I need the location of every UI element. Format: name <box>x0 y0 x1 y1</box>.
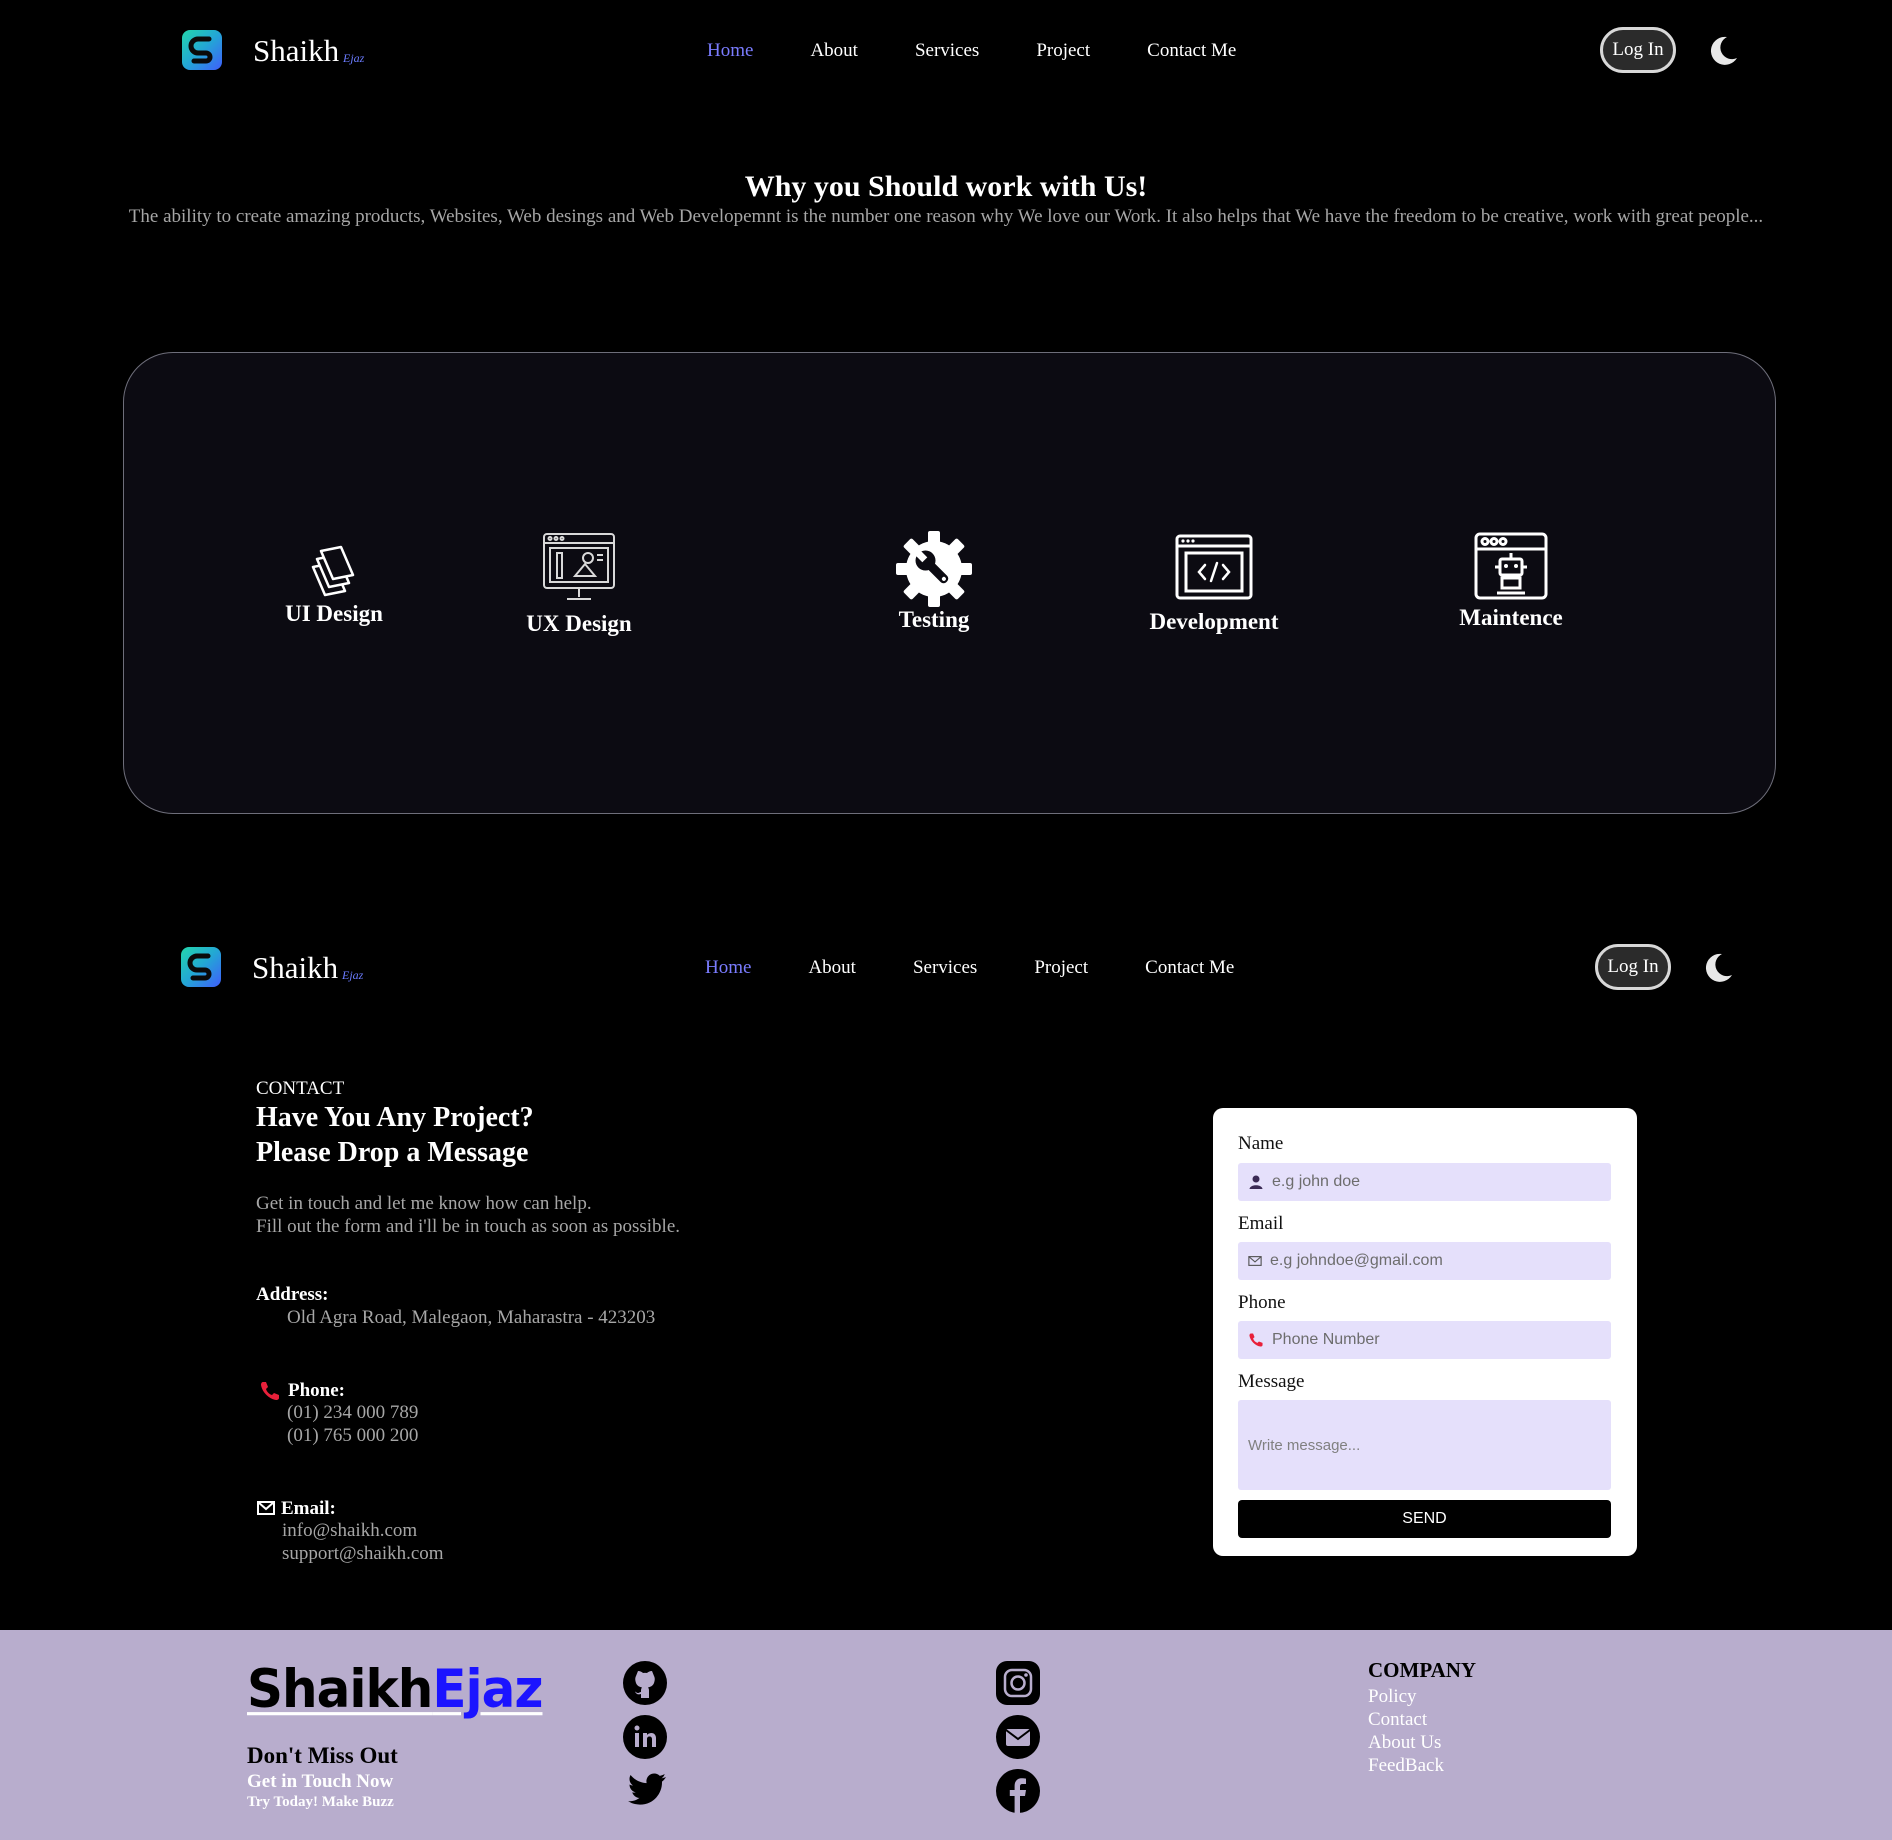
footer-link-about[interactable]: About Us <box>1368 1731 1444 1754</box>
nav-project[interactable]: Project <box>1034 957 1088 979</box>
github-icon[interactable] <box>622 1660 668 1706</box>
phone-input[interactable]: Phone Number <box>1238 1321 1611 1359</box>
robot-window-icon <box>1474 532 1548 600</box>
name-input[interactable]: e.g john doe <box>1238 1163 1611 1201</box>
user-icon <box>1249 1175 1263 1189</box>
footer-link-policy[interactable]: Policy <box>1368 1685 1444 1708</box>
footer-brand-logo[interactable]: ShaikhEjaz <box>247 1658 543 1720</box>
contact-navbar: Shaikh Ejaz Home About Services Project … <box>0 917 1892 1017</box>
service-label: UX Design <box>526 611 632 636</box>
send-button[interactable]: SEND <box>1238 1500 1611 1538</box>
footer-link-feedback[interactable]: FeedBack <box>1368 1754 1444 1777</box>
login-button[interactable]: Log In <box>1600 27 1676 73</box>
linkedin-icon[interactable] <box>622 1714 668 1760</box>
get-in-touch: Get in Touch Now <box>247 1771 394 1792</box>
brand-name[interactable]: Shaikh <box>253 33 339 69</box>
nav-about[interactable]: About <box>808 957 856 979</box>
nav-project[interactable]: Project <box>1036 40 1090 62</box>
phone-icon <box>261 1382 279 1400</box>
logo-icon[interactable] <box>182 30 222 70</box>
instagram-icon[interactable] <box>995 1660 1041 1706</box>
services-card: UI Design UX Design Testing Development … <box>123 352 1776 814</box>
phone-icon <box>1249 1333 1263 1347</box>
phone-1: (01) 234 000 789 <box>287 1402 419 1423</box>
mail-icon[interactable] <box>995 1714 1041 1760</box>
contact-title-line1: Have You Any Project? <box>256 1102 534 1133</box>
address-value: Old Agra Road, Malegaon, Maharastra - 42… <box>287 1307 656 1328</box>
contact-title-line2: Please Drop a Message <box>256 1137 529 1168</box>
contact-kicker: CONTACT <box>256 1078 345 1099</box>
contact-description: Get in touch and let me know how can hel… <box>256 1192 680 1238</box>
top-navbar: Shaikh Ejaz Home About Services Project … <box>0 0 1892 100</box>
email-label: Email: <box>281 1498 336 1519</box>
footer-brand-part1: Shaikh <box>247 1658 433 1720</box>
nav-home[interactable]: Home <box>707 40 753 62</box>
service-testing[interactable]: Testing <box>884 531 984 633</box>
service-label: Development <box>1149 609 1279 634</box>
nav-services[interactable]: Services <box>913 957 977 979</box>
footer-link-contact[interactable]: Contact <box>1368 1708 1444 1731</box>
service-label: Testing <box>898 607 970 632</box>
envelope-icon <box>257 1501 275 1515</box>
service-label: Maintence <box>1459 605 1563 630</box>
message-label: Message <box>1238 1371 1305 1392</box>
facebook-icon[interactable] <box>995 1768 1041 1814</box>
service-ui-design[interactable]: UI Design <box>259 543 409 627</box>
service-label: UI Design <box>285 601 383 626</box>
contact-desc-line2: Fill out the form and i'll be in touch a… <box>256 1216 681 1237</box>
dont-miss-out: Don't Miss Out <box>247 1743 398 1768</box>
nav-home[interactable]: Home <box>705 957 751 979</box>
brand-subtitle: Ejaz <box>343 51 365 65</box>
phone-label: Phone: <box>288 1380 345 1401</box>
nav-services[interactable]: Services <box>915 40 979 62</box>
email-form-label: Email <box>1238 1213 1284 1234</box>
try-today: Try Today! Make Buzz <box>247 1794 394 1810</box>
nav-links: Home About Services Project Contact Me <box>705 957 1234 979</box>
nav-contact[interactable]: Contact Me <box>1145 957 1234 979</box>
brand-subtitle: Ejaz <box>342 968 364 982</box>
design-monitor-icon <box>543 533 615 600</box>
mail-outline-icon <box>1248 1256 1262 1266</box>
message-textarea[interactable]: Write message... <box>1238 1400 1611 1490</box>
logo-icon[interactable] <box>181 947 221 987</box>
moon-icon[interactable] <box>1706 34 1740 68</box>
why-description: The ability to create amazing products, … <box>128 206 1764 227</box>
company-heading: COMPANY <box>1368 1658 1477 1682</box>
layers-icon <box>311 545 355 597</box>
service-ux-design[interactable]: UX Design <box>504 531 654 637</box>
email-placeholder: e.g johndoe@gmail.com <box>1270 1252 1443 1269</box>
phone-placeholder: Phone Number <box>1272 1331 1380 1348</box>
phone-2: (01) 765 000 200 <box>287 1425 419 1446</box>
address-label: Address: <box>256 1284 329 1305</box>
why-title: Why you Should work with Us! <box>744 170 1148 203</box>
twitter-icon[interactable] <box>622 1768 668 1814</box>
phone-form-label: Phone <box>1238 1292 1286 1313</box>
nav-about[interactable]: About <box>810 40 858 62</box>
contact-form: Name e.g john doe Email e.g johndoe@gmai… <box>1213 1108 1637 1556</box>
company-links: Policy Contact About Us FeedBack <box>1368 1685 1444 1777</box>
message-placeholder: Write message... <box>1248 1436 1361 1454</box>
contact-title: Have You Any Project? Please Drop a Mess… <box>256 1100 534 1170</box>
email-2[interactable]: support@shaikh.com <box>282 1542 444 1565</box>
footer: ShaikhEjaz Don't Miss Out Get in Touch N… <box>0 1630 1892 1840</box>
service-maintence[interactable]: Maintence <box>1441 531 1581 631</box>
code-window-icon <box>1175 534 1253 600</box>
nav-contact[interactable]: Contact Me <box>1147 40 1236 62</box>
email-values: info@shaikh.com support@shaikh.com <box>282 1519 444 1565</box>
brand-name[interactable]: Shaikh <box>252 950 338 986</box>
footer-brand-part2: Ejaz <box>432 1658 543 1720</box>
name-placeholder: e.g john doe <box>1272 1173 1361 1190</box>
email-1[interactable]: info@shaikh.com <box>282 1519 444 1542</box>
moon-icon[interactable] <box>1701 951 1735 985</box>
service-development[interactable]: Development <box>1134 533 1294 635</box>
name-label: Name <box>1238 1133 1284 1154</box>
email-input[interactable]: e.g johndoe@gmail.com <box>1238 1242 1611 1280</box>
wrench-gear-icon <box>896 531 972 607</box>
contact-desc-line1: Get in touch and let me know how can hel… <box>256 1193 592 1214</box>
login-button[interactable]: Log In <box>1595 944 1671 990</box>
phone-values: (01) 234 000 789 (01) 765 000 200 <box>287 1401 418 1447</box>
nav-links: Home About Services Project Contact Me <box>707 40 1236 62</box>
